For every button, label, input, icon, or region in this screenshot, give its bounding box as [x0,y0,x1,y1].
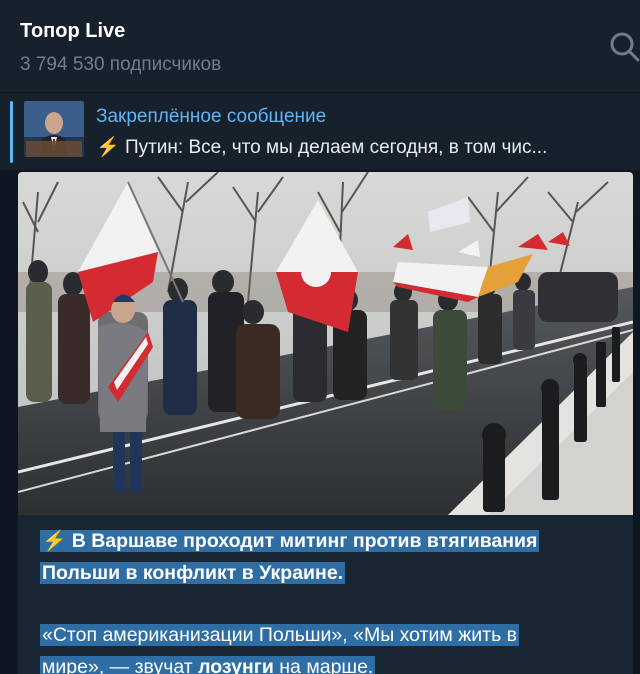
pinned-preview-text: Путин: Все, что мы делаем сегодня, в том… [124,137,548,158]
pinned-title: Закреплённое сообщение [96,106,327,127]
lightning-icon: ⚡ [42,530,67,552]
post-photo[interactable] [18,172,633,515]
post-headline: ⚡ В Варшаве проходит митинг против втяги… [40,525,615,589]
search-icon[interactable] [608,30,640,64]
quote-line-2b: на марше. [273,656,374,674]
channel-post: ⚡ В Варшаве проходит митинг против втяги… [18,172,633,674]
lightning-icon: ⚡ [96,137,120,158]
post-text: ⚡ В Варшаве проходит митинг против втяги… [40,525,615,674]
channel-header: Топор Live 3 794 530 подписчиков [0,0,640,92]
post-quote: «Стоп американизации Польши», «Мы хотим … [40,619,615,674]
subscriber-count: 3 794 530 подписчиков [20,54,222,75]
headline-line-2: Польши в конфликт в Украине. [42,562,344,584]
quote-line-1: «Стоп американизации Польши», «Мы хотим … [40,624,520,646]
quote-line-2a: мире», — звучат [42,656,199,674]
quote-bold-word: лозунги [198,656,274,674]
channel-title[interactable]: Топор Live [20,20,125,43]
pinned-message-bar[interactable]: Закреплённое сообщение ⚡ Путин: Все, что… [0,92,640,170]
pinned-thumbnail [24,101,84,157]
pin-indicator [10,101,13,163]
pinned-preview: ⚡ Путин: Все, что мы делаем сегодня, в т… [96,135,630,159]
headline-line-1: В Варшаве проходит митинг против втягива… [71,530,538,552]
